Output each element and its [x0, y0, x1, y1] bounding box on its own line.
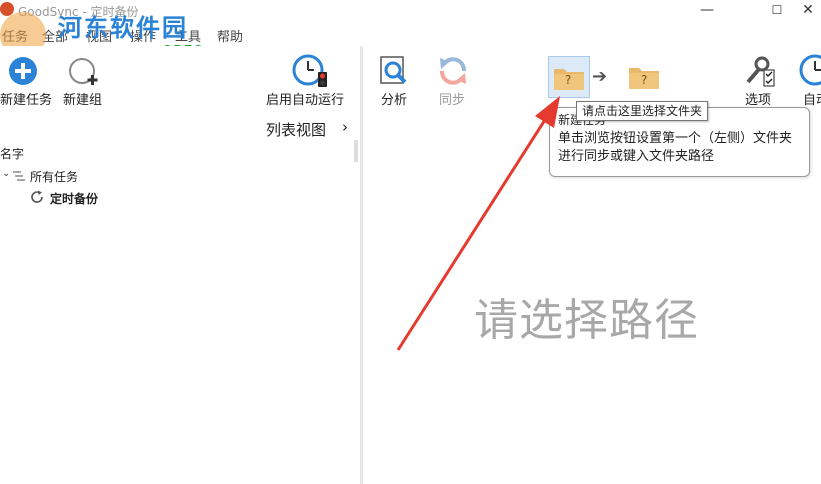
- auto-label: 自动: [803, 93, 821, 108]
- annotation-arrow: [396, 96, 560, 351]
- list-view-label[interactable]: 列表视图: [266, 119, 326, 140]
- folder-question-mark: ?: [565, 73, 572, 87]
- collapse-chevron-icon[interactable]: ⌄: [2, 168, 10, 179]
- sync-icon: [440, 57, 466, 85]
- tree-item-all-jobs[interactable]: 所有任务: [30, 168, 78, 185]
- maximize-button[interactable]: ☐: [754, 0, 800, 22]
- close-button[interactable]: ✕: [795, 0, 821, 22]
- arrow-right-icon: ➔: [592, 66, 608, 87]
- tree-item-scheduled-backup[interactable]: 定时备份: [50, 190, 98, 207]
- folder-question-mark: ?: [641, 73, 648, 87]
- column-header-name[interactable]: 名字: [0, 145, 24, 162]
- chevron-right-icon[interactable]: ›: [342, 118, 348, 136]
- tooltip-body: 单击浏览按钮设置第一个（左侧）文件夹进行同步或键入文件夹路径: [558, 131, 793, 164]
- analyze-button[interactable]: [378, 55, 412, 87]
- clock-icon: [292, 54, 327, 87]
- options-button[interactable]: [742, 54, 776, 88]
- minimize-button[interactable]: —: [684, 0, 730, 22]
- options-label: 选项: [745, 93, 772, 108]
- right-folder-button[interactable]: ?: [626, 62, 662, 92]
- watermark-title: 河东软件园: [58, 13, 188, 42]
- plus-circle-icon: [9, 57, 37, 85]
- new-group-button[interactable]: [66, 56, 106, 86]
- auto-run-label: 启用自动运行: [266, 93, 345, 108]
- new-job-label: 新建任务: [0, 93, 53, 108]
- wrench-checklist-icon: [746, 56, 775, 87]
- auto-run-button[interactable]: [292, 54, 328, 88]
- job-list-icon: [13, 171, 25, 181]
- sync-job-icon: [31, 190, 43, 203]
- left-scrollbar[interactable]: [354, 140, 358, 162]
- auto-button[interactable]: [797, 54, 821, 88]
- new-group-label: 新建组: [63, 93, 103, 108]
- analyze-icon: [380, 56, 407, 84]
- sync-button[interactable]: [437, 55, 469, 87]
- new-group-icon: [69, 58, 98, 85]
- select-folder-tooltip: 请点击这里选择文件夹: [576, 101, 709, 121]
- left-pane: [0, 46, 360, 484]
- clock-icon: [799, 54, 821, 86]
